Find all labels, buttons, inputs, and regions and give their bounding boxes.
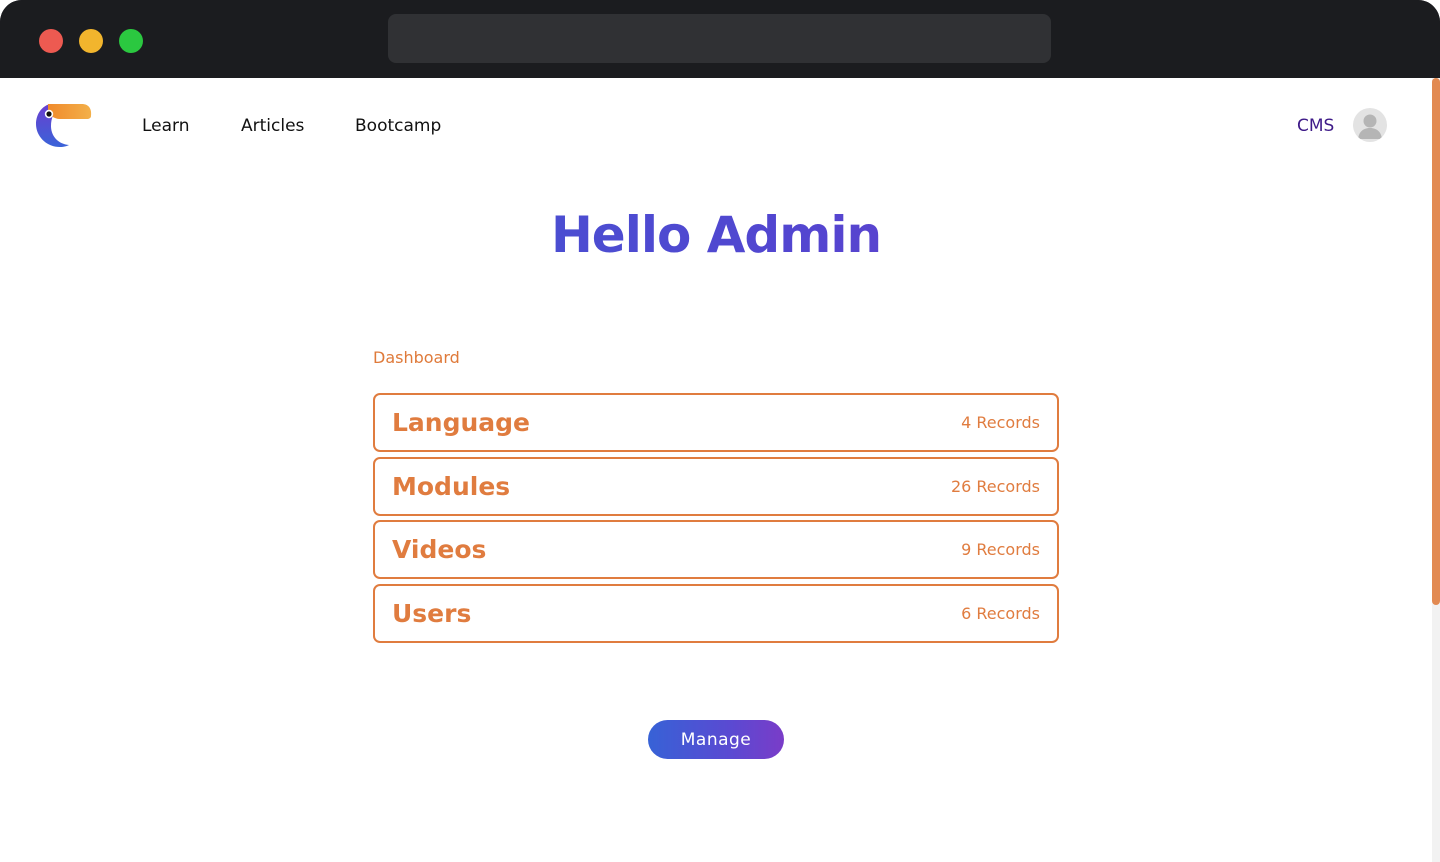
scrollbar-thumb[interactable] (1432, 78, 1440, 605)
record-count: 6 Records (961, 603, 1040, 623)
page-content: Learn Articles Bootcamp CMS Hello Admin … (0, 78, 1440, 862)
nav-link-learn[interactable]: Learn (142, 116, 190, 136)
record-count: 26 Records (950, 476, 1040, 496)
address-bar[interactable] (388, 14, 1051, 63)
close-window-button[interactable] (39, 29, 63, 53)
page-title: Hello Admin (0, 206, 1432, 264)
record-name: Language (392, 408, 531, 437)
browser-window: Learn Articles Bootcamp CMS Hello Admin … (0, 0, 1440, 862)
record-row-language[interactable]: Language 4 Records (373, 393, 1059, 452)
record-name: Users (392, 598, 472, 628)
manage-button[interactable]: Manage (648, 720, 784, 759)
user-avatar-icon[interactable] (1353, 108, 1387, 142)
record-row-videos[interactable]: Videos 9 Records (373, 520, 1059, 579)
toucan-logo-icon[interactable] (34, 102, 94, 150)
maximize-window-button[interactable] (119, 29, 143, 53)
record-row-users[interactable]: Users 6 Records (373, 583, 1059, 643)
record-list: Language 4 Records Modules 26 Records Vi… (373, 393, 1059, 647)
cms-link[interactable]: CMS (1297, 116, 1334, 136)
record-row-modules[interactable]: Modules 26 Records (373, 456, 1059, 516)
record-count: 4 Records (961, 413, 1040, 432)
browser-titlebar (0, 0, 1440, 78)
minimize-window-button[interactable] (79, 29, 103, 53)
page-title-text: Hello Admin (550, 206, 882, 264)
nav-link-articles[interactable]: Articles (241, 116, 304, 136)
record-count: 9 Records (961, 540, 1040, 559)
record-name: Videos (392, 535, 487, 564)
dashboard-label: Dashboard (373, 348, 460, 367)
record-name: Modules (392, 471, 511, 501)
scrollbar-track[interactable] (1432, 78, 1440, 862)
nav-link-bootcamp[interactable]: Bootcamp (355, 116, 441, 136)
